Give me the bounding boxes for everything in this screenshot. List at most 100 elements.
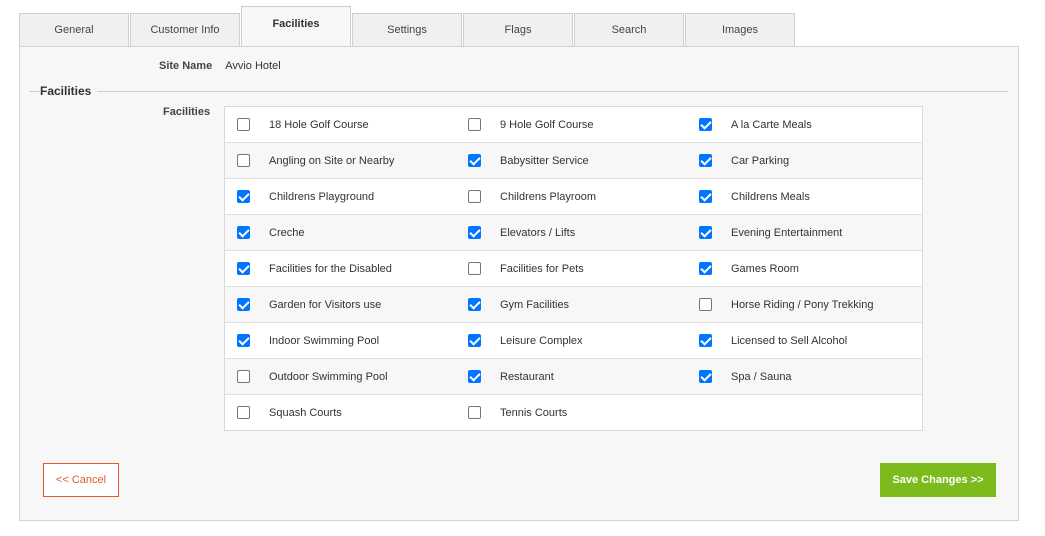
facility-checkbox[interactable] bbox=[237, 118, 250, 131]
fieldset-divider bbox=[29, 91, 1008, 92]
facility-label: Evening Entertainment bbox=[731, 226, 843, 239]
facility-checkbox[interactable] bbox=[468, 262, 481, 275]
facilities-grid: 18 Hole Golf Course 9 Hole Golf Course A l… bbox=[224, 106, 923, 431]
facility-row: Outdoor Swimming Pool Restaurant Spa / Sau… bbox=[225, 358, 922, 394]
facility-checkbox[interactable] bbox=[699, 334, 712, 347]
facility-checkbox[interactable] bbox=[699, 370, 712, 383]
facility-checkbox[interactable] bbox=[237, 334, 250, 347]
facility-label: Indoor Swimming Pool bbox=[269, 334, 380, 347]
facility-checkbox[interactable] bbox=[468, 406, 481, 419]
facility-checkbox[interactable] bbox=[468, 370, 481, 383]
tab-search[interactable]: Search bbox=[574, 13, 684, 46]
facility-label: Car Parking bbox=[731, 154, 790, 167]
site-name-value: Avvio Hotel bbox=[225, 60, 281, 72]
facility-checkbox[interactable] bbox=[699, 226, 712, 239]
facility-checkbox[interactable] bbox=[237, 298, 250, 311]
facility-checkbox[interactable] bbox=[468, 190, 481, 203]
facility-item: Tennis Courts bbox=[456, 395, 687, 430]
facility-item: Spa / Sauna bbox=[687, 359, 918, 394]
facilities-field-label: Facilities bbox=[163, 106, 211, 118]
facility-item: Squash Courts bbox=[225, 395, 456, 430]
site-name-row: Site Name Avvio Hotel bbox=[159, 60, 281, 72]
facility-checkbox[interactable] bbox=[468, 298, 481, 311]
save-changes-button[interactable]: Save Changes >> bbox=[880, 463, 996, 497]
facility-label: Squash Courts bbox=[269, 406, 342, 419]
facility-item: Leisure Complex bbox=[456, 323, 687, 358]
facility-item: Games Room bbox=[687, 251, 918, 286]
facility-item: Horse Riding / Pony Trekking bbox=[687, 287, 918, 322]
tab-general[interactable]: General bbox=[19, 13, 129, 46]
facility-checkbox[interactable] bbox=[699, 154, 712, 167]
facility-checkbox[interactable] bbox=[237, 226, 250, 239]
facility-row: Facilities for the Disabled Facilities fo… bbox=[225, 250, 922, 286]
facility-item: Garden for Visitors use bbox=[225, 287, 456, 322]
facility-label: Creche bbox=[269, 226, 305, 239]
facility-label: Licensed to Sell Alcohol bbox=[731, 334, 848, 347]
facility-checkbox[interactable] bbox=[699, 262, 712, 275]
facility-row: Creche Elevators / Lifts Evening Entertain… bbox=[225, 214, 922, 250]
facility-label: Garden for Visitors use bbox=[269, 298, 382, 311]
facility-item: A la Carte Meals bbox=[687, 107, 918, 142]
facility-label: Childrens Playground bbox=[269, 190, 375, 203]
facility-checkbox[interactable] bbox=[468, 154, 481, 167]
facility-item: Facilities for Pets bbox=[456, 251, 687, 286]
facility-checkbox[interactable] bbox=[468, 118, 481, 131]
facility-label: A la Carte Meals bbox=[731, 118, 812, 131]
facility-item: Evening Entertainment bbox=[687, 215, 918, 250]
facility-item: Babysitter Service bbox=[456, 143, 687, 178]
facility-label: Babysitter Service bbox=[500, 154, 589, 167]
facility-label: Gym Facilities bbox=[500, 298, 570, 311]
facility-row: Angling on Site or Nearby Babysitter Serv… bbox=[225, 142, 922, 178]
facility-row: Indoor Swimming Pool Leisure Complex Licen… bbox=[225, 322, 922, 358]
tab-settings[interactable]: Settings bbox=[352, 13, 462, 46]
cancel-button[interactable]: << Cancel bbox=[43, 463, 119, 497]
facility-item: Childrens Playground bbox=[225, 179, 456, 214]
facility-item: 18 Hole Golf Course bbox=[225, 107, 456, 142]
facility-label: Facilities for Pets bbox=[500, 262, 584, 275]
tab-images[interactable]: Images bbox=[685, 13, 795, 46]
facility-row: Squash Courts Tennis Courts bbox=[225, 394, 922, 430]
facility-item: Indoor Swimming Pool bbox=[225, 323, 456, 358]
facility-checkbox[interactable] bbox=[468, 334, 481, 347]
facility-label: Leisure Complex bbox=[500, 334, 583, 347]
facility-label: Elevators / Lifts bbox=[500, 226, 576, 239]
facility-item: Angling on Site or Nearby bbox=[225, 143, 456, 178]
facility-row: Childrens Playground Childrens Playroom Ch… bbox=[225, 178, 922, 214]
facility-item: Outdoor Swimming Pool bbox=[225, 359, 456, 394]
facility-checkbox[interactable] bbox=[468, 226, 481, 239]
facility-row: Garden for Visitors use Gym Facilities Hor… bbox=[225, 286, 922, 322]
facility-item: Restaurant bbox=[456, 359, 687, 394]
facility-label: Angling on Site or Nearby bbox=[269, 154, 395, 167]
facility-label: Horse Riding / Pony Trekking bbox=[731, 298, 874, 311]
tab-customer-info[interactable]: Customer Info bbox=[130, 13, 240, 46]
facility-row: 18 Hole Golf Course 9 Hole Golf Course A l… bbox=[225, 107, 922, 142]
facility-label: 18 Hole Golf Course bbox=[269, 118, 369, 131]
fieldset-legend: Facilities bbox=[40, 84, 98, 98]
facility-item: Facilities for the Disabled bbox=[225, 251, 456, 286]
facility-checkbox[interactable] bbox=[237, 406, 250, 419]
facilities-panel: Site Name Avvio Hotel Facilities Facilit… bbox=[19, 46, 1019, 521]
facility-item: Childrens Playroom bbox=[456, 179, 687, 214]
facility-label: Spa / Sauna bbox=[731, 370, 792, 383]
facility-label: Facilities for the Disabled bbox=[269, 262, 392, 275]
facility-checkbox[interactable] bbox=[237, 262, 250, 275]
facility-checkbox[interactable] bbox=[237, 190, 250, 203]
tab-flags[interactable]: Flags bbox=[463, 13, 573, 46]
facility-checkbox[interactable] bbox=[237, 370, 250, 383]
tab-bar: General Customer Info Facilities Settings Fl… bbox=[19, 6, 796, 46]
facility-item: Gym Facilities bbox=[456, 287, 687, 322]
facility-label: Childrens Meals bbox=[731, 190, 810, 203]
facility-checkbox[interactable] bbox=[699, 190, 712, 203]
facility-item: Licensed to Sell Alcohol bbox=[687, 323, 918, 358]
facility-item: 9 Hole Golf Course bbox=[456, 107, 687, 142]
facility-checkbox[interactable] bbox=[699, 118, 712, 131]
facility-label: Childrens Playroom bbox=[500, 190, 596, 203]
facility-label: 9 Hole Golf Course bbox=[500, 118, 594, 131]
facility-label: Games Room bbox=[731, 262, 799, 275]
facility-label: Restaurant bbox=[500, 370, 554, 383]
facility-item: Elevators / Lifts bbox=[456, 215, 687, 250]
facility-checkbox[interactable] bbox=[237, 154, 250, 167]
tab-facilities[interactable]: Facilities bbox=[241, 6, 351, 46]
facility-checkbox[interactable] bbox=[699, 298, 712, 311]
facility-item: Childrens Meals bbox=[687, 179, 918, 214]
